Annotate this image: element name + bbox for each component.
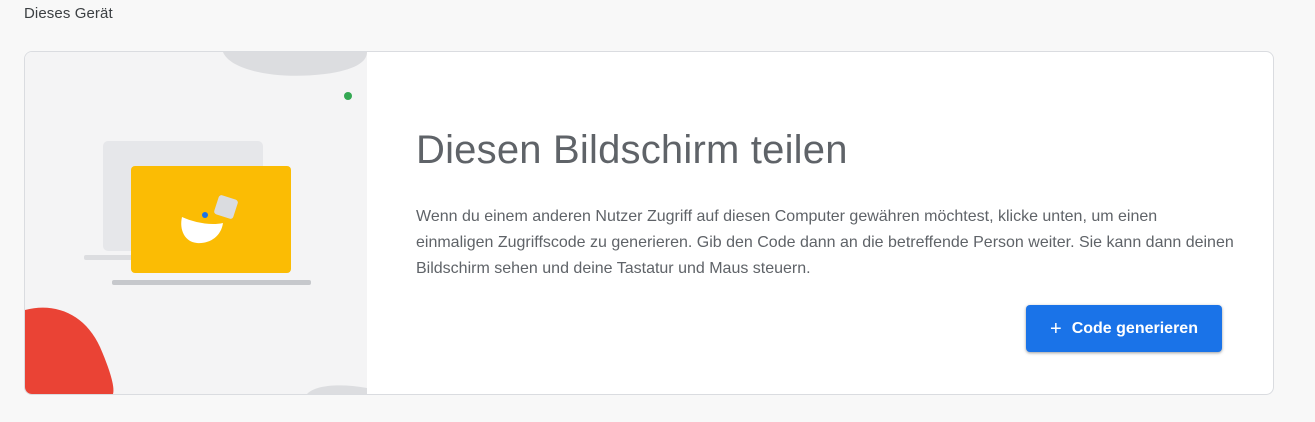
generate-code-button[interactable]: + Code generieren — [1026, 305, 1222, 352]
section-title: Dieses Gerät — [24, 5, 113, 22]
share-screen-card: Diesen Bildschirm teilen Wenn du einem a… — [24, 51, 1274, 395]
card-heading: Diesen Bildschirm teilen — [416, 128, 848, 172]
plus-icon: + — [1050, 317, 1062, 340]
laptop-screen-icon — [131, 166, 291, 273]
green-dot-icon — [344, 92, 352, 100]
share-screen-illustration — [25, 52, 367, 394]
generate-code-button-label: Code generieren — [1071, 319, 1198, 337]
share-screen-content: Diesen Bildschirm teilen Wenn du einem a… — [416, 52, 1246, 394]
laptop-illustration — [25, 52, 367, 394]
card-description: Wenn du einem anderen Nutzer Zugriff auf… — [416, 208, 1234, 277]
